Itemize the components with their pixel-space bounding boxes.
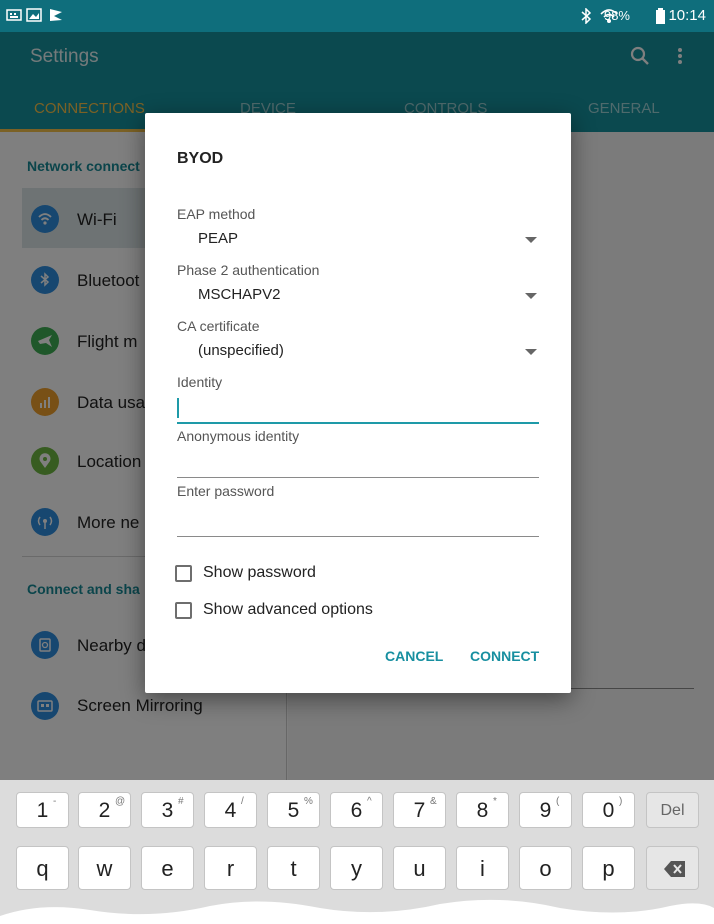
ca-certificate-value: (unspecified) <box>198 342 284 359</box>
key-label: o <box>539 856 552 881</box>
status-bar: 98% 10:14 <box>0 0 714 32</box>
key-3[interactable]: 3 # <box>141 792 194 828</box>
key-secondary-label: / <box>241 796 244 807</box>
dropdown-arrow-icon <box>525 293 537 299</box>
key-r[interactable]: r <box>204 846 257 890</box>
key-secondary-label: ^ <box>367 796 372 807</box>
key-label: e <box>161 856 174 881</box>
key-i[interactable]: i <box>456 846 509 890</box>
key-6[interactable]: 6 ^ <box>330 792 383 828</box>
keyboard-notification-icon <box>6 9 22 21</box>
key-secondary-label: # <box>178 796 184 807</box>
identity-input[interactable] <box>177 396 539 424</box>
key-label: 2 <box>98 799 111 822</box>
clock: 10:14 <box>668 7 706 24</box>
key-1[interactable]: 1- <box>16 792 69 828</box>
key-2[interactable]: 2 @ <box>78 792 131 828</box>
key-4[interactable]: 4/ <box>204 792 257 828</box>
key-8[interactable]: 8 * <box>456 792 509 828</box>
flag-notification-icon <box>50 9 62 21</box>
key-label: 3 <box>161 799 174 822</box>
key-label: 9 <box>539 799 552 822</box>
key-label: w <box>96 856 113 881</box>
phase2-auth-value: MSCHAPV2 <box>198 286 281 303</box>
key-q[interactable]: q <box>16 846 69 890</box>
key-u[interactable]: u <box>393 846 446 890</box>
image-notification-icon <box>26 8 42 22</box>
eap-method-label: EAP method <box>177 206 256 222</box>
show-advanced-checkbox[interactable] <box>175 602 192 619</box>
key-label: u <box>413 856 426 881</box>
key-secondary-label: ( <box>556 796 560 807</box>
key-secondary-label: ) <box>619 796 623 807</box>
key-label: Del <box>660 802 685 819</box>
phase2-auth-label: Phase 2 authentication <box>177 262 320 278</box>
key-secondary-label: - <box>53 796 57 807</box>
wifi-config-dialog: BYOD EAP method PEAP Phase 2 authenticat… <box>145 113 571 693</box>
key-label: 7 <box>413 799 426 822</box>
key-t[interactable]: t <box>267 846 320 890</box>
key-label: 4 <box>224 799 237 822</box>
show-password-checkbox[interactable] <box>175 565 192 582</box>
show-password-option[interactable]: Show password <box>175 562 475 586</box>
on-screen-keyboard: 1- 2 @ 3 # 4/ 5% 6 ^ 7 & 8 * 9( 0) Del q w e … <box>0 780 714 924</box>
key-secondary-label: & <box>430 796 437 807</box>
show-advanced-label: Show advanced options <box>203 601 373 618</box>
torn-edge-decoration <box>0 899 714 924</box>
cancel-button[interactable]: CANCEL <box>385 648 443 664</box>
key-5[interactable]: 5% <box>267 792 320 828</box>
key-secondary-label: * <box>493 796 497 807</box>
identity-label: Identity <box>177 374 223 390</box>
key-label: p <box>602 856 615 881</box>
key-y[interactable]: y <box>330 846 383 890</box>
key-e[interactable]: e <box>141 846 194 890</box>
key-label: 0 <box>602 799 615 822</box>
key-p[interactable]: p <box>582 846 635 890</box>
connect-button[interactable]: CONNECT <box>470 648 539 664</box>
anonymous-identity-label: Anonymous identity <box>177 428 300 444</box>
bluetooth-status-icon <box>581 8 592 24</box>
key-o[interactable]: o <box>519 846 572 890</box>
show-password-label: Show password <box>203 564 316 581</box>
text-cursor <box>177 398 179 418</box>
ca-certificate-label: CA certificate <box>177 318 260 334</box>
backspace-key[interactable] <box>646 846 699 890</box>
key-w[interactable]: w <box>78 846 131 890</box>
show-advanced-option[interactable]: Show advanced options <box>175 599 475 623</box>
eap-method-value: PEAP <box>198 230 239 247</box>
dropdown-arrow-icon <box>525 349 537 355</box>
anonymous-identity-input[interactable] <box>177 450 539 478</box>
battery-percent: 98% <box>603 8 630 23</box>
battery-icon <box>656 8 665 24</box>
dropdown-arrow-icon <box>525 237 537 243</box>
eap-method-dropdown[interactable]: PEAP <box>177 226 539 252</box>
delete-key[interactable]: Del <box>646 792 699 828</box>
key-label: 1 <box>36 799 49 822</box>
key-secondary-label: @ <box>115 796 126 807</box>
backspace-icon <box>664 861 685 877</box>
password-input[interactable] <box>177 509 539 537</box>
key-7[interactable]: 7 & <box>393 792 446 828</box>
key-label: t <box>290 856 297 881</box>
key-label: i <box>480 856 485 881</box>
dialog-title: BYOD <box>177 150 224 167</box>
key-0[interactable]: 0) <box>582 792 635 828</box>
key-label: q <box>36 856 49 881</box>
phase2-auth-dropdown[interactable]: MSCHAPV2 <box>177 282 539 308</box>
ca-certificate-dropdown[interactable]: (unspecified) <box>177 338 539 364</box>
key-label: r <box>226 856 235 881</box>
key-label: y <box>351 856 362 881</box>
key-label: 5 <box>287 799 300 822</box>
key-9[interactable]: 9( <box>519 792 572 828</box>
key-label: 8 <box>476 799 489 822</box>
key-label: 6 <box>350 799 363 822</box>
password-label: Enter password <box>177 483 275 499</box>
key-secondary-label: % <box>304 796 313 807</box>
